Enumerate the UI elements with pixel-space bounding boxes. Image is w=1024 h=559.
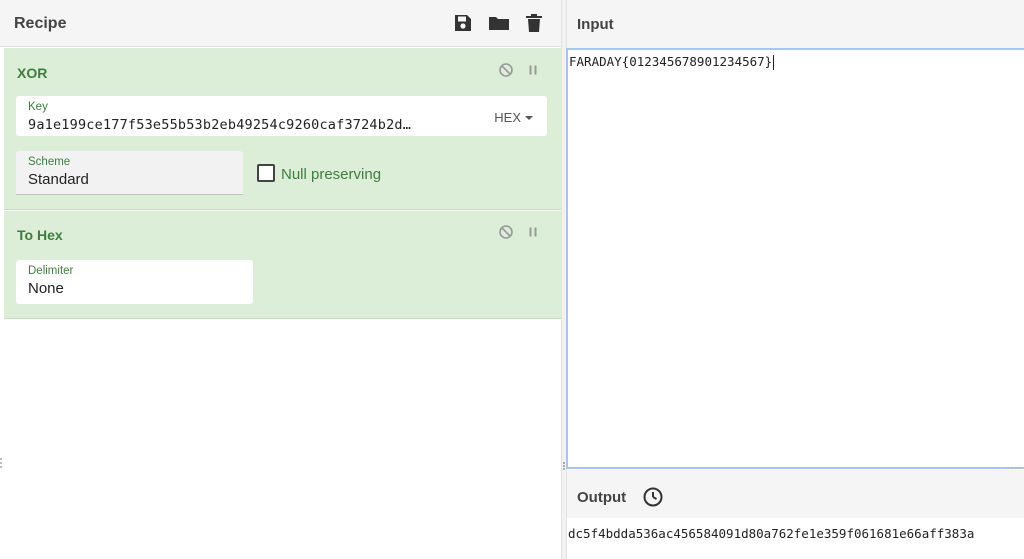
key-label: Key bbox=[28, 101, 48, 113]
delimiter-value: None bbox=[28, 280, 64, 297]
text-cursor bbox=[773, 55, 775, 70]
to-hex-operation: To Hex Delimiter None bbox=[4, 211, 561, 319]
scheme-value: Standard bbox=[28, 171, 89, 188]
output-area[interactable]: dc5f4bdda536ac456584091d80a762fe1e359f06… bbox=[567, 518, 1024, 559]
key-input[interactable]: 9a1e199ce177f53e55b53b2eb49254c9260caf37… bbox=[28, 117, 468, 133]
null-preserving-label[interactable]: Null preserving bbox=[281, 166, 381, 183]
delimiter-label: Delimiter bbox=[28, 265, 74, 277]
pause-icon[interactable] bbox=[525, 224, 541, 240]
delimiter-select[interactable]: Delimiter None bbox=[16, 260, 253, 304]
folder-icon[interactable] bbox=[488, 13, 509, 33]
trash-icon[interactable] bbox=[525, 13, 545, 33]
to-hex-operation-title: To Hex bbox=[17, 227, 63, 243]
recipe-title: Recipe bbox=[14, 15, 67, 32]
output-title: Output bbox=[577, 489, 627, 506]
input-textarea[interactable]: FARADAY{012345678901234567} bbox=[566, 48, 1024, 469]
scheme-select[interactable]: Scheme Standard bbox=[16, 151, 243, 195]
input-value: FARADAY{012345678901234567} bbox=[569, 54, 773, 69]
splitter-grip[interactable] bbox=[563, 462, 565, 470]
resize-grip[interactable] bbox=[0, 458, 3, 468]
save-icon[interactable] bbox=[453, 13, 473, 33]
recipe-pane: Recipe XOR Key 9a1e199ce177f53e55b53b2eb… bbox=[0, 0, 561, 559]
clock-icon[interactable] bbox=[642, 486, 664, 508]
scheme-label: Scheme bbox=[28, 156, 71, 168]
xor-operation-title: XOR bbox=[17, 65, 48, 81]
null-preserving-checkbox[interactable] bbox=[257, 164, 275, 182]
key-format-label: HEX bbox=[494, 110, 521, 125]
horizontal-splitter-grip[interactable] bbox=[1007, 467, 1021, 470]
disable-icon[interactable] bbox=[498, 224, 514, 240]
disable-icon[interactable] bbox=[498, 62, 514, 78]
input-header: Input bbox=[567, 0, 1024, 48]
xor-operation: XOR Key 9a1e199ce177f53e55b53b2eb49254c9… bbox=[4, 48, 561, 210]
output-value[interactable]: dc5f4bdda536ac456584091d80a762fe1e359f06… bbox=[568, 526, 974, 541]
input-title: Input bbox=[577, 16, 614, 33]
recipe-header: Recipe bbox=[0, 0, 561, 47]
output-header: Output bbox=[567, 467, 1024, 518]
caret-down-icon bbox=[525, 115, 533, 120]
input-text[interactable]: FARADAY{012345678901234567} bbox=[569, 54, 775, 70]
key-field[interactable]: Key 9a1e199ce177f53e55b53b2eb49254c9260c… bbox=[16, 96, 547, 136]
pause-icon[interactable] bbox=[525, 62, 541, 78]
key-format-dropdown[interactable]: HEX bbox=[494, 110, 533, 125]
